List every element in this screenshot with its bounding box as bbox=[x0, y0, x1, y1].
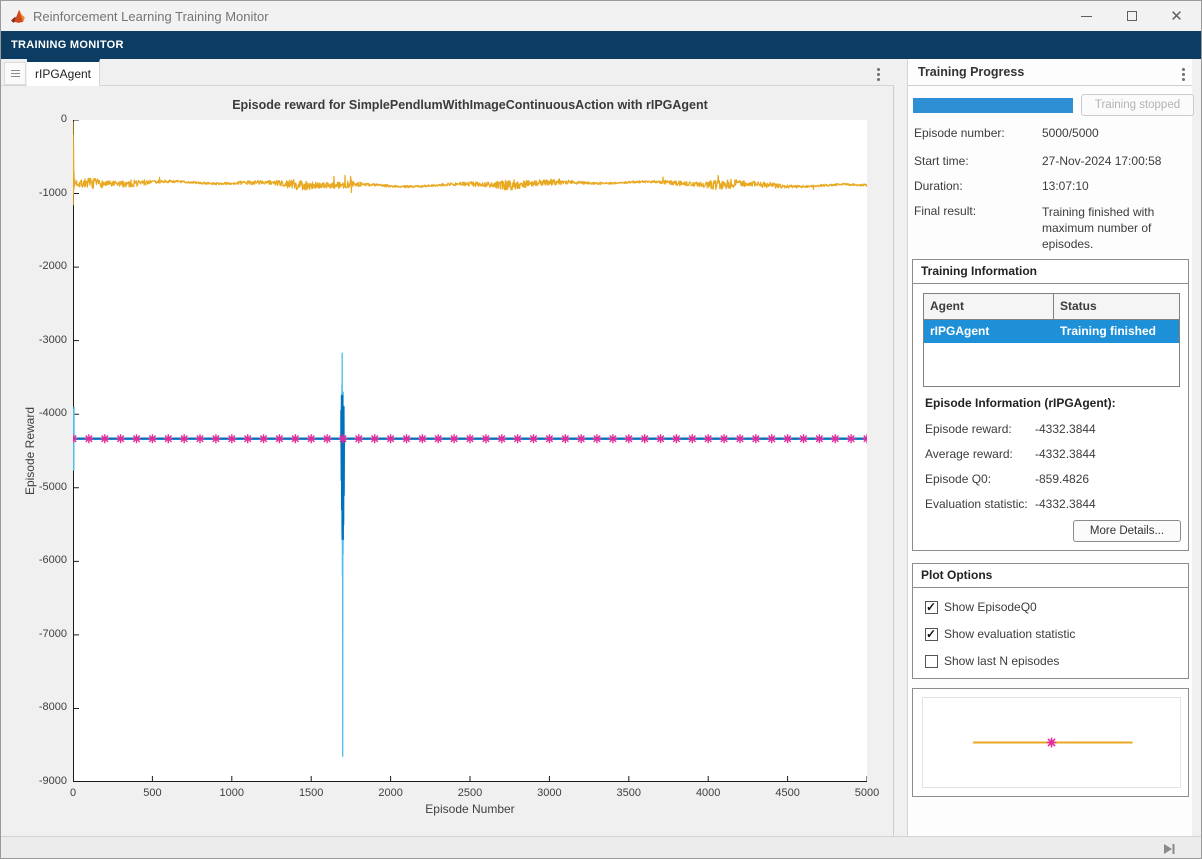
matlab-logo-icon bbox=[11, 8, 27, 24]
x-tick-label: 3500 bbox=[599, 787, 659, 799]
duration-label: Duration: bbox=[914, 179, 963, 193]
right-gutter bbox=[1192, 59, 1202, 836]
maximize-button[interactable] bbox=[1109, 1, 1154, 31]
show-evaluation-statistic-checkbox[interactable]: Show evaluation statistic bbox=[925, 627, 1075, 641]
final-result-value: Training finished with maximum number of… bbox=[1042, 204, 1192, 253]
y-tick-label: -7000 bbox=[15, 628, 67, 640]
training-information-section: Training Information Agent Status rIPGAg… bbox=[912, 259, 1189, 551]
section-title: Plot Options bbox=[913, 564, 1188, 588]
tab-rlpgagent[interactable]: rIPGAgent bbox=[27, 59, 100, 86]
agent-cell: rIPGAgent bbox=[924, 320, 1054, 343]
episode-q0-value: -859.4826 bbox=[1035, 472, 1089, 486]
app-window: Reinforcement Learning Training Monitor … bbox=[0, 0, 1202, 859]
y-tick-label: -6000 bbox=[15, 554, 67, 566]
checkbox-label: Show last N episodes bbox=[944, 654, 1059, 668]
maximize-icon bbox=[1127, 11, 1137, 21]
x-tick-label: 1000 bbox=[202, 787, 262, 799]
show-episodeq0-checkbox[interactable]: Show EpisodeQ0 bbox=[925, 600, 1037, 614]
titlebar: Reinforcement Learning Training Monitor … bbox=[1, 1, 1201, 31]
evaluation-statistic-label: Evaluation statistic: bbox=[925, 497, 1028, 511]
x-tick-label: 4000 bbox=[678, 787, 738, 799]
status-bar bbox=[1, 836, 1201, 859]
panel-title: Training Progress bbox=[918, 65, 1024, 79]
kebab-menu-icon bbox=[1182, 66, 1185, 83]
x-axis-label: Episode Number bbox=[73, 802, 867, 816]
x-tick-label: 2000 bbox=[361, 787, 421, 799]
kebab-menu-icon bbox=[877, 66, 880, 83]
window-title: Reinforcement Learning Training Monitor bbox=[33, 9, 269, 24]
y-tick-label: -1000 bbox=[15, 187, 67, 199]
training-stopped-button[interactable]: Training stopped bbox=[1081, 94, 1194, 116]
minimize-button[interactable] bbox=[1064, 1, 1109, 31]
agent-status-table[interactable]: Agent Status rIPGAgent Training finished bbox=[923, 293, 1180, 387]
chart-title: Episode reward for SimplePendlumWithImag… bbox=[73, 98, 867, 112]
plot-options-section: Plot Options Show EpisodeQ0 Show evaluat… bbox=[912, 563, 1189, 679]
y-tick-label: -8000 bbox=[15, 701, 67, 713]
more-details-button[interactable]: More Details... bbox=[1073, 520, 1181, 542]
y-tick-label: -2000 bbox=[15, 260, 67, 272]
show-last-n-episodes-checkbox[interactable]: Show last N episodes bbox=[925, 654, 1059, 668]
training-progress-header: Training Progress bbox=[907, 59, 1192, 86]
start-time-label: Start time: bbox=[914, 154, 969, 168]
tab-list-button[interactable] bbox=[4, 62, 26, 85]
ribbon-toolstrip: TRAINING MONITOR bbox=[1, 31, 1201, 59]
x-tick-label: 500 bbox=[122, 787, 182, 799]
checkbox-label: Show evaluation statistic bbox=[944, 627, 1075, 641]
document-tab-bar: rIPGAgent bbox=[1, 59, 894, 86]
episode-number-label: Episode number: bbox=[914, 126, 1005, 140]
progress-bar bbox=[913, 98, 1073, 113]
ribbon-tab-label[interactable]: TRAINING MONITOR bbox=[11, 39, 124, 51]
x-tick-label: 5000 bbox=[837, 787, 897, 799]
section-title: Training Information bbox=[913, 260, 1188, 284]
reward-preview-section bbox=[912, 688, 1189, 797]
evaluation-statistic-value: -4332.3844 bbox=[1035, 497, 1096, 511]
episode-q0-label: Episode Q0: bbox=[925, 472, 991, 486]
list-icon bbox=[11, 68, 20, 79]
table-header-row: Agent Status bbox=[924, 294, 1179, 320]
skip-forward-icon[interactable] bbox=[1161, 841, 1177, 857]
close-icon: ✕ bbox=[1170, 9, 1183, 24]
checkbox-icon bbox=[925, 655, 938, 668]
x-tick-label: 1500 bbox=[281, 787, 341, 799]
checkbox-icon bbox=[925, 601, 938, 614]
reward-preview-plot[interactable] bbox=[922, 697, 1181, 788]
y-tick-label: -3000 bbox=[15, 334, 67, 346]
episode-reward-plot[interactable] bbox=[73, 120, 867, 782]
x-tick-label: 2500 bbox=[440, 787, 500, 799]
episode-number-value: 5000/5000 bbox=[1042, 126, 1099, 140]
episode-info-title: Episode Information (rIPGAgent): bbox=[925, 396, 1116, 410]
y-axis-label: Episode Reward bbox=[23, 396, 37, 506]
start-time-value: 27-Nov-2024 17:00:58 bbox=[1042, 154, 1161, 168]
duration-value: 13:07:10 bbox=[1042, 179, 1089, 193]
x-tick-label: 3000 bbox=[519, 787, 579, 799]
checkbox-icon bbox=[925, 628, 938, 641]
training-plot-panel: Episode reward for SimplePendlumWithImag… bbox=[1, 86, 894, 836]
x-tick-label: 0 bbox=[43, 787, 103, 799]
average-reward-value: -4332.3844 bbox=[1035, 447, 1096, 461]
tab-label: rIPGAgent bbox=[35, 67, 91, 81]
column-header-status: Status bbox=[1054, 294, 1179, 319]
episode-reward-label: Episode reward: bbox=[925, 422, 1012, 436]
training-progress-panel: Training stopped Episode number: 5000/50… bbox=[907, 86, 1192, 836]
close-button[interactable]: ✕ bbox=[1154, 1, 1199, 31]
column-header-agent: Agent bbox=[924, 294, 1054, 319]
checkbox-label: Show EpisodeQ0 bbox=[944, 600, 1037, 614]
status-cell: Training finished bbox=[1054, 320, 1179, 343]
y-tick-label: -9000 bbox=[15, 775, 67, 787]
y-tick-label: 0 bbox=[15, 113, 67, 125]
average-reward-label: Average reward: bbox=[925, 447, 1013, 461]
x-tick-label: 4500 bbox=[758, 787, 818, 799]
table-row[interactable]: rIPGAgent Training finished bbox=[924, 320, 1179, 343]
minimize-icon bbox=[1081, 16, 1092, 17]
final-result-label: Final result: bbox=[914, 204, 976, 218]
progress-bar-fill bbox=[913, 98, 1073, 113]
episode-reward-value: -4332.3844 bbox=[1035, 422, 1096, 436]
